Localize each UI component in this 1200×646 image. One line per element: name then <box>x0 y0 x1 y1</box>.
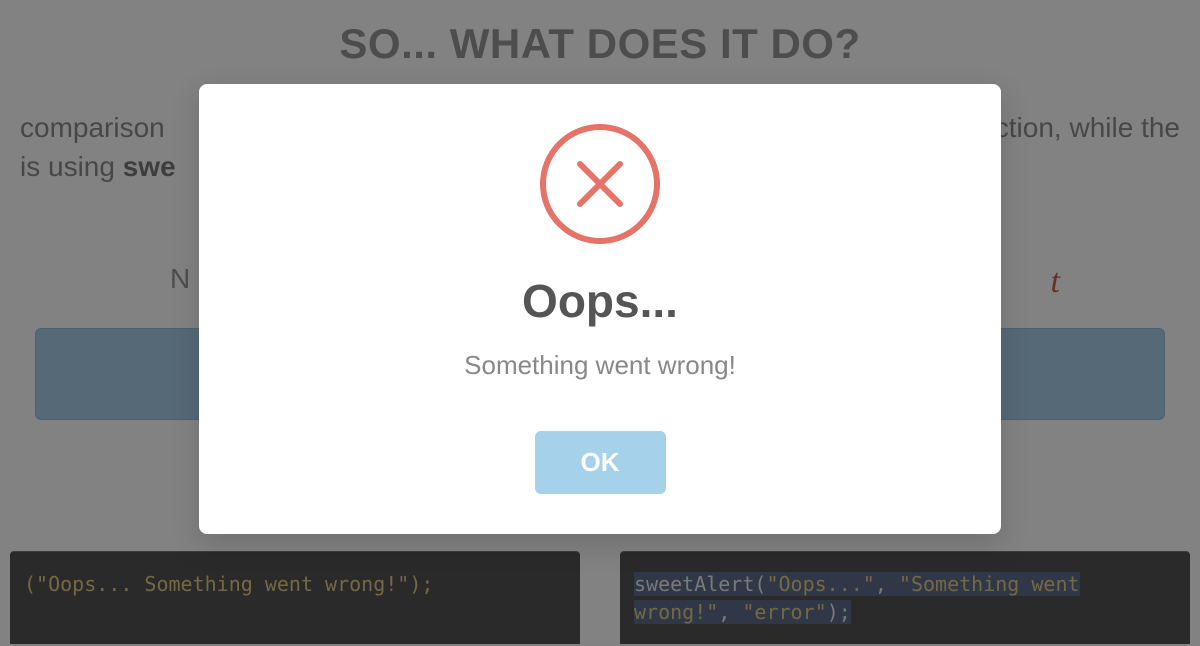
modal-text: Something went wrong! <box>239 350 961 381</box>
ok-button[interactable]: OK <box>535 431 666 494</box>
alert-modal: Oops... Something went wrong! OK <box>199 84 1001 534</box>
x-icon <box>570 154 630 214</box>
modal-title: Oops... <box>239 274 961 328</box>
error-icon <box>540 124 660 244</box>
